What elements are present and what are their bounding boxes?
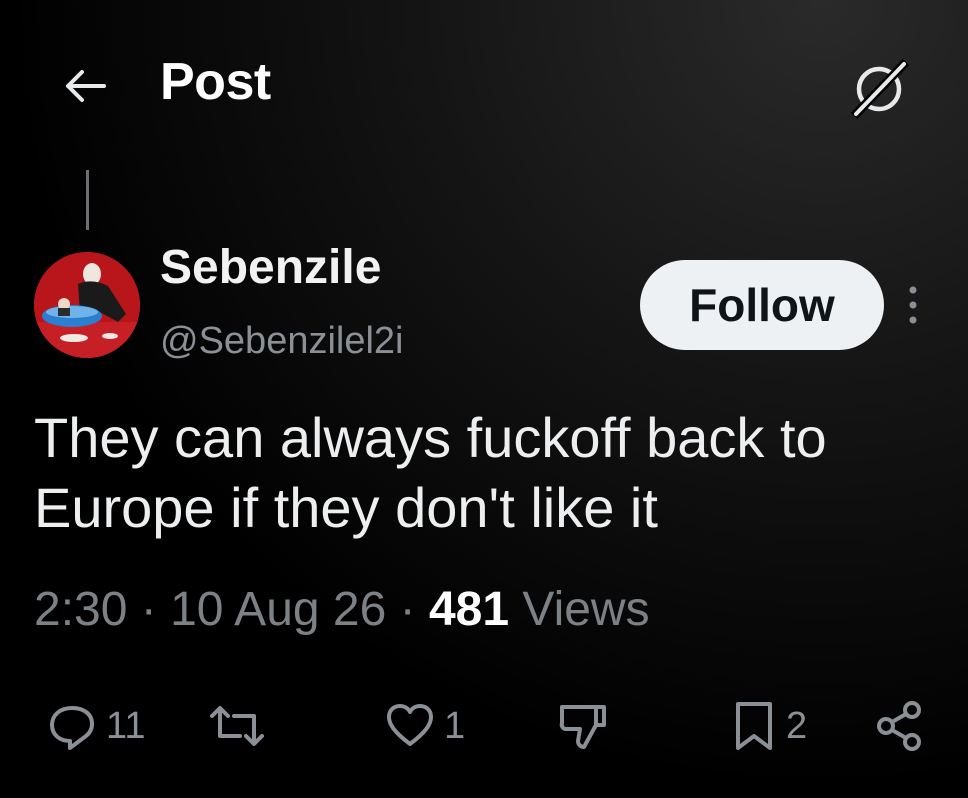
like-count: 1 (444, 704, 466, 747)
bookmark-button[interactable]: 2 (730, 696, 807, 756)
views-count: 481 (428, 583, 510, 636)
heart-icon (387, 704, 433, 746)
repost-icon (210, 706, 264, 746)
meta-separator: · (399, 583, 416, 636)
thumbs-down-icon (559, 705, 606, 749)
downvote-button[interactable] (556, 696, 610, 756)
page-title: Post (160, 53, 271, 111)
more-button[interactable] (902, 280, 924, 330)
avatar-image (34, 252, 140, 358)
post-text: They can always fuckoff back to Europe i… (34, 406, 827, 539)
grok-icon (850, 58, 910, 120)
author-handle[interactable]: @Sebenzilel2i (160, 320, 404, 363)
share-button[interactable] (872, 696, 928, 756)
reply-count: 11 (106, 704, 146, 747)
like-button[interactable]: 1 (384, 696, 465, 756)
repost-button[interactable] (206, 696, 276, 756)
reply-icon (50, 706, 94, 750)
grok-button[interactable] (848, 58, 910, 120)
views-label: Views (522, 583, 650, 636)
share-icon (877, 701, 921, 751)
meta-separator: · (140, 583, 157, 636)
author-name[interactable]: Sebenzile (160, 240, 381, 295)
bookmark-count: 2 (786, 704, 808, 747)
arrow-left-icon (66, 70, 106, 102)
reply-button[interactable]: 11 (46, 696, 145, 756)
more-vertical-icon (909, 286, 917, 324)
avatar[interactable] (34, 252, 140, 358)
bookmark-icon (736, 702, 772, 750)
thread-line (86, 170, 89, 230)
follow-button[interactable]: Follow (640, 260, 884, 350)
post-time: 2:30 (34, 583, 128, 636)
back-button[interactable] (60, 62, 108, 110)
post-date[interactable]: 10 Aug 26 (170, 583, 386, 636)
post-meta: 2:30 · 10 Aug 26 · 481 Views (34, 582, 650, 637)
